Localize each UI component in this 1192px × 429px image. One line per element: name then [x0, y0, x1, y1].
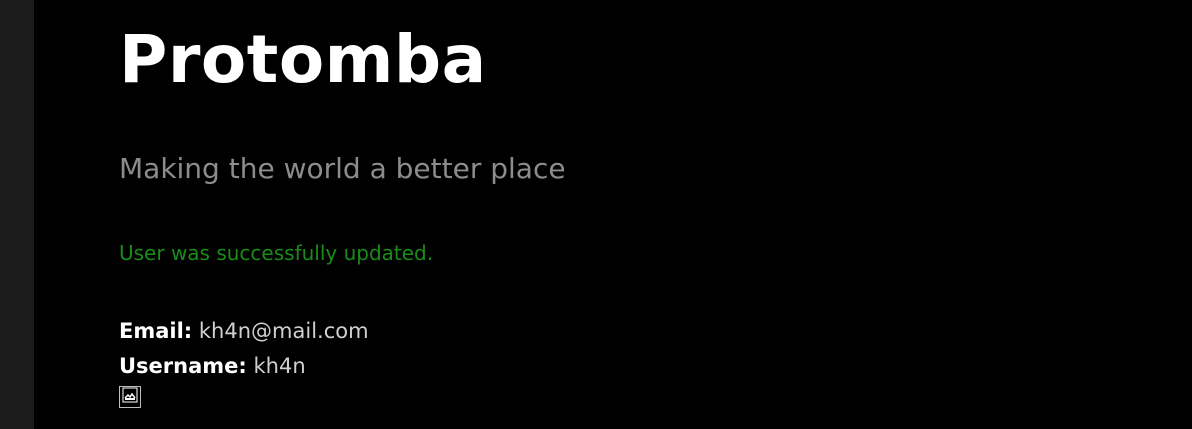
site-tagline: Making the world a better place — [119, 152, 566, 185]
username-label: Username: — [119, 354, 247, 378]
sidebar-strip — [0, 0, 34, 429]
username-value: kh4n — [253, 354, 306, 378]
broken-image-icon — [122, 387, 138, 407]
site-title: Protomba — [119, 21, 487, 98]
email-value: kh4n@mail.com — [198, 319, 369, 343]
username-row: Username: kh4n — [119, 354, 306, 379]
email-label: Email: — [119, 319, 193, 343]
email-row: Email: kh4n@mail.com — [119, 319, 369, 344]
success-notice: User was successfully updated. — [119, 241, 434, 265]
avatar — [119, 386, 141, 408]
